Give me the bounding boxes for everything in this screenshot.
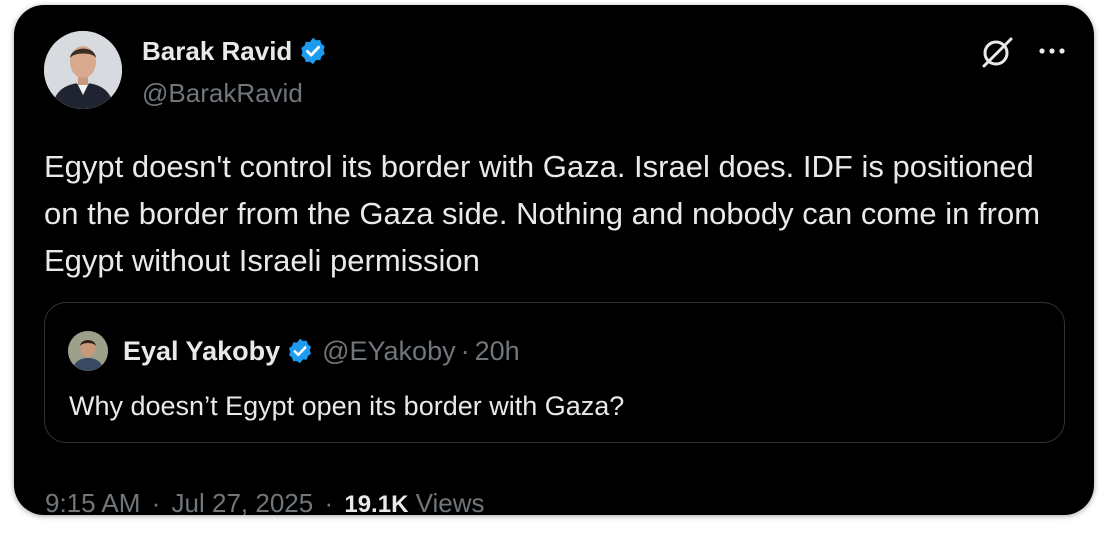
quoted-author-name[interactable]: Eyal Yakoby (123, 336, 280, 367)
meta-separator: · (151, 488, 161, 515)
author-name-text[interactable]: Barak Ravid (142, 35, 292, 67)
tweet-time[interactable]: 9:15 AM (45, 488, 140, 515)
grok-icon[interactable] (980, 35, 1014, 69)
quoted-timestamp[interactable]: 20h (475, 336, 520, 367)
tweet-text: Egypt doesn't control its border with Ga… (44, 149, 1041, 278)
quoted-separator: · (460, 335, 470, 366)
quoted-author-handle[interactable]: @EYakoby (322, 336, 455, 367)
views-label: Views (415, 488, 485, 515)
views-count[interactable]: 19.1K (344, 491, 408, 515)
more-options-icon[interactable] (1034, 33, 1070, 69)
tweet-card: Barak Ravid @BarakRavid Egypt doesn't co… (14, 5, 1094, 515)
author-handle[interactable]: @BarakRavid (142, 77, 303, 109)
quoted-tweet[interactable]: Eyal Yakoby @EYakoby · 20h Why doesn’t E… (44, 302, 1065, 443)
meta-separator: · (324, 488, 334, 515)
verified-badge-icon[interactable] (286, 337, 314, 365)
tweet-date[interactable]: Jul 27, 2025 (172, 488, 314, 515)
tweet-meta: 9:15 AM · Jul 27, 2025 · 19.1K Views (45, 485, 485, 515)
author-avatar[interactable] (44, 31, 122, 109)
author-name[interactable]: Barak Ravid (142, 35, 328, 67)
verified-badge-icon[interactable] (298, 36, 328, 66)
quoted-header: Eyal Yakoby @EYakoby · 20h (123, 333, 520, 369)
quoted-tweet-text: Why doesn’t Egypt open its border with G… (69, 391, 625, 421)
quoted-author-avatar[interactable] (68, 331, 108, 371)
